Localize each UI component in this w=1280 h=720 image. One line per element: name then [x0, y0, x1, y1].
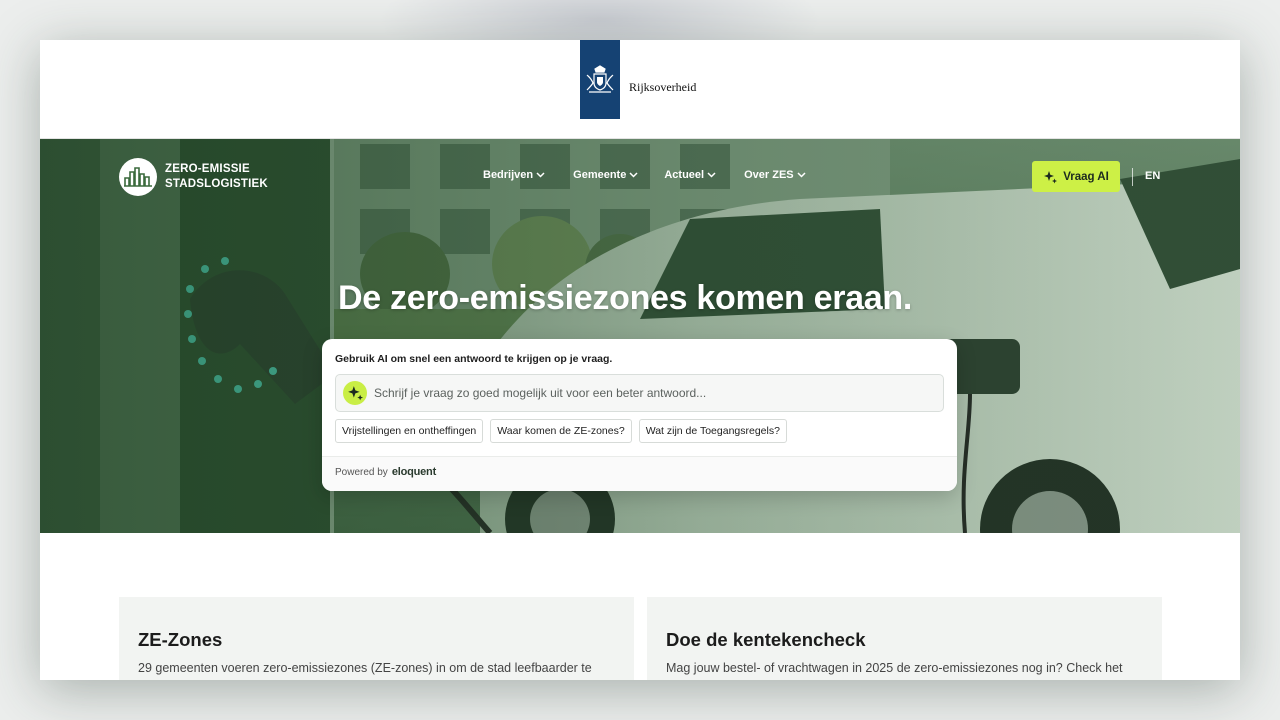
menu-label: Actueel [664, 169, 705, 181]
hero-section: ZERO-EMISSIE STADSLOGISTIEK Bedrijven Ge… [40, 139, 1240, 533]
sparkle-icon [1044, 170, 1058, 183]
ai-question-input[interactable] [374, 386, 934, 400]
powered-by-label: Powered by [335, 467, 388, 478]
chevron-down-icon [629, 172, 638, 178]
card-title: Doe de kentekencheck [666, 629, 866, 650]
suggestion-toegangsregels[interactable]: Wat zijn de Toegangsregels? [638, 419, 787, 443]
card-ze-zones[interactable]: ZE-Zones 29 gemeenten voeren zero-emissi… [119, 597, 634, 680]
logo-line-2: STADSLOGISTIEK [165, 178, 268, 190]
gov-header: Rijksoverheid [40, 40, 1240, 139]
chevron-down-icon [797, 172, 806, 178]
nav-divider [1132, 168, 1133, 186]
vraag-ai-label: Vraag AI [1063, 170, 1109, 183]
ai-question-field[interactable] [335, 374, 944, 412]
menu-label: Bedrijven [483, 169, 534, 181]
ai-search-card: Gebruik AI om snel een antwoord te krijg… [322, 339, 957, 491]
menu-label: Over ZES [744, 169, 794, 181]
chevron-down-icon [536, 172, 545, 178]
city-skyline-icon [119, 158, 157, 196]
menu-gemeente[interactable]: Gemeente [573, 169, 638, 181]
card-text: 29 gemeenten voeren zero-emissiezones (Z… [138, 661, 592, 675]
menu-bedrijven[interactable]: Bedrijven [483, 169, 545, 181]
language-switch[interactable]: EN [1145, 170, 1160, 182]
ai-card-footer: Powered by eloquent [322, 456, 957, 491]
menu-over-zes[interactable]: Over ZES [744, 169, 806, 181]
site-logo[interactable]: ZERO-EMISSIE STADSLOGISTIEK [119, 158, 268, 196]
hero-headline: De zero-emissiezones komen eraan. [338, 279, 913, 317]
browser-page: Rijksoverheid ZERO-EMISSIE STADSLOGISTIE… [40, 40, 1240, 680]
suggestion-vrijstellingen[interactable]: Vrijstellingen en ontheffingen [335, 419, 484, 443]
powered-by: Powered by eloquent [335, 466, 436, 478]
card-text: Mag jouw bestel- of vrachtwagen in 2025 … [666, 661, 1123, 675]
card-title: ZE-Zones [138, 629, 223, 650]
gov-name: Rijksoverheid [629, 80, 697, 94]
menu-actueel[interactable]: Actueel [664, 169, 716, 181]
vraag-ai-button[interactable]: Vraag AI [1032, 161, 1120, 192]
logo-line-1: ZERO-EMISSIE [165, 163, 250, 175]
sparkle-icon [343, 381, 367, 405]
main-menu: Bedrijven Gemeente Actueel Over ZES [483, 169, 806, 181]
eloquent-logo[interactable]: eloquent [392, 466, 436, 478]
suggestion-waar-komen[interactable]: Waar komen de ZE-zones? [490, 419, 632, 443]
content-cards: ZE-Zones 29 gemeenten voeren zero-emissi… [119, 597, 1162, 680]
suggestion-chips: Vrijstellingen en ontheffingen Waar kome… [335, 419, 787, 443]
logo-text: ZERO-EMISSIE STADSLOGISTIEK [165, 162, 268, 192]
royal-coat-of-arms-icon[interactable] [580, 40, 620, 119]
card-kentekencheck[interactable]: Doe de kentekencheck Mag jouw bestel- of… [647, 597, 1162, 680]
chevron-down-icon [707, 172, 716, 178]
ai-intro-text: Gebruik AI om snel een antwoord te krijg… [335, 353, 613, 365]
menu-label: Gemeente [573, 169, 627, 181]
